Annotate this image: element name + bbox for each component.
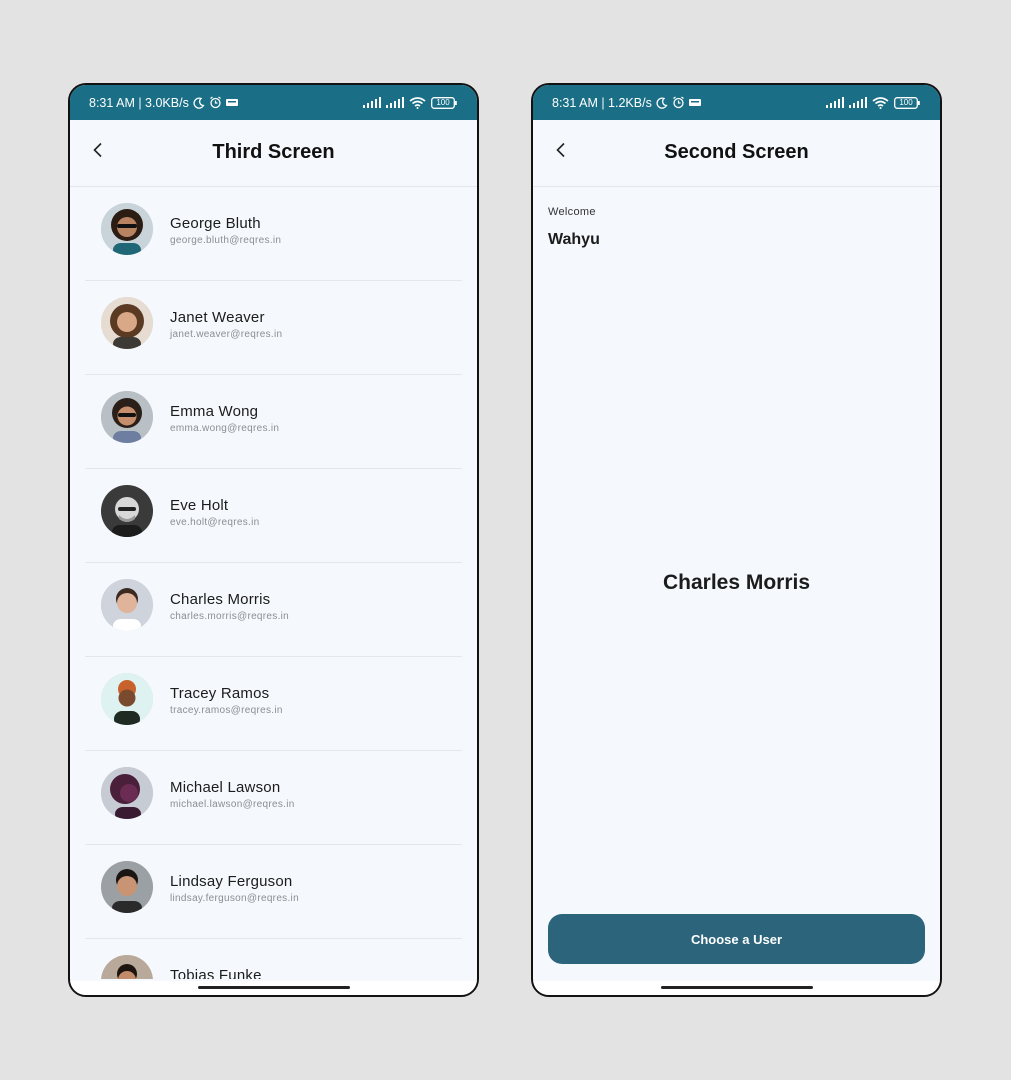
user-email: charles.morris@reqres.in bbox=[170, 611, 290, 622]
list-item[interactable]: Charles Morris charles.morris@reqres.in bbox=[85, 563, 462, 657]
list-item[interactable]: Eve Holt eve.holt@reqres.in bbox=[85, 469, 462, 563]
moon-icon bbox=[193, 96, 205, 109]
avatar bbox=[101, 297, 153, 349]
welcome-name: Wahyu bbox=[548, 231, 600, 248]
list-item[interactable]: Tobias Funke bbox=[85, 939, 462, 979]
avatar bbox=[101, 955, 153, 979]
user-name: Tracey Ramos bbox=[170, 685, 270, 702]
user-email: tracey.ramos@reqres.in bbox=[170, 705, 283, 716]
list-item[interactable]: George Bluth george.bluth@reqres.in bbox=[85, 187, 462, 281]
avatar bbox=[101, 579, 153, 631]
welcome-label: Welcome bbox=[548, 206, 596, 218]
battery-icon: 100 bbox=[431, 96, 457, 109]
user-name: Emma Wong bbox=[170, 403, 259, 420]
wifi-icon bbox=[409, 96, 426, 109]
status-bar: 8:31 AM | 1.2KB/s 100 bbox=[533, 85, 940, 120]
home-indicator[interactable] bbox=[660, 986, 813, 989]
user-email: emma.wong@reqres.in bbox=[170, 423, 280, 434]
battery-icon: 100 bbox=[894, 96, 920, 109]
battery-level: 100 bbox=[899, 97, 913, 107]
user-name: Lindsay Ferguson bbox=[170, 873, 293, 890]
list-item[interactable]: Michael Lawson michael.lawson@reqres.in bbox=[85, 751, 462, 845]
user-name: Michael Lawson bbox=[170, 779, 281, 796]
user-name: George Bluth bbox=[170, 215, 261, 232]
list-item[interactable]: Janet Weaver janet.weaver@reqres.in bbox=[85, 281, 462, 375]
user-email: lindsay.ferguson@reqres.in bbox=[170, 893, 299, 904]
signal-icon bbox=[363, 97, 381, 108]
signal-icon bbox=[849, 97, 867, 108]
cnn-icon bbox=[225, 98, 238, 108]
user-email: eve.holt@reqres.in bbox=[170, 517, 260, 528]
user-name: Charles Morris bbox=[170, 591, 271, 608]
wifi-icon bbox=[872, 96, 889, 109]
list-item[interactable]: Emma Wong emma.wong@reqres.in bbox=[85, 375, 462, 469]
battery-level: 100 bbox=[436, 97, 450, 107]
page-title: Third Screen bbox=[212, 141, 335, 163]
status-time: 8:31 AM | 3.0KB/s bbox=[89, 95, 189, 110]
avatar bbox=[101, 485, 153, 537]
home-indicator[interactable] bbox=[197, 986, 350, 989]
third-screen-phone: 8:31 AM | 3.0KB/s 100 Third Screen Georg… bbox=[68, 83, 479, 997]
second-screen-phone: 8:31 AM | 1.2KB/s 100 Second Screen Welc… bbox=[531, 83, 942, 997]
user-list: George Bluth george.bluth@reqres.in Jane… bbox=[70, 187, 477, 979]
user-email: michael.lawson@reqres.in bbox=[170, 799, 295, 810]
user-name: Tobias Funke bbox=[170, 967, 262, 979]
avatar bbox=[101, 861, 153, 913]
alarm-icon bbox=[672, 96, 685, 109]
user-name: Eve Holt bbox=[170, 497, 229, 514]
avatar bbox=[101, 767, 153, 819]
user-email: george.bluth@reqres.in bbox=[170, 235, 282, 246]
app-bar: Third Screen bbox=[70, 120, 477, 187]
app-bar: Second Screen bbox=[533, 120, 940, 187]
cnn-icon bbox=[688, 98, 701, 108]
list-item[interactable]: Tracey Ramos tracey.ramos@reqres.in bbox=[85, 657, 462, 751]
canvas: 8:31 AM | 3.0KB/s 100 Third Screen Georg… bbox=[0, 0, 1011, 1080]
avatar bbox=[101, 391, 153, 443]
selected-user-name: Charles Morris bbox=[662, 571, 811, 594]
signal-icon bbox=[826, 97, 844, 108]
user-name: Janet Weaver bbox=[170, 309, 265, 326]
moon-icon bbox=[656, 96, 668, 109]
list-item[interactable]: Lindsay Ferguson lindsay.ferguson@reqres… bbox=[85, 845, 462, 939]
user-email: janet.weaver@reqres.in bbox=[170, 329, 283, 340]
page-title: Second Screen bbox=[664, 141, 809, 163]
avatar bbox=[101, 673, 153, 725]
status-bar: 8:31 AM | 3.0KB/s 100 bbox=[70, 85, 477, 120]
alarm-icon bbox=[209, 96, 222, 109]
signal-icon bbox=[386, 97, 404, 108]
status-time: 8:31 AM | 1.2KB/s bbox=[552, 95, 652, 110]
choose-user-button[interactable]: Choose a User bbox=[548, 914, 925, 964]
avatar bbox=[101, 203, 153, 255]
